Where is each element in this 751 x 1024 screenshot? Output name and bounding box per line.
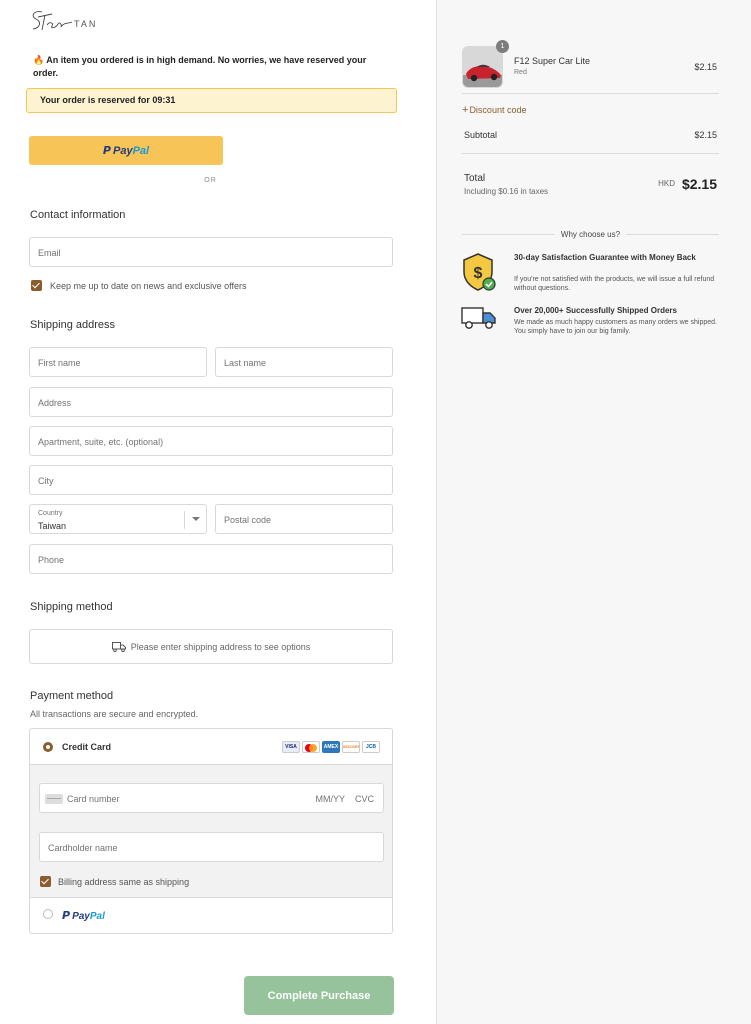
country-label: Country [38,510,63,517]
city-placeholder: City [38,476,54,486]
cardholder-placeholder: Cardholder name [48,843,118,853]
shipping-method-box: Please enter shipping address to see opt… [29,629,393,664]
billing-same-label: Billing address same as shipping [58,877,190,887]
quantity-badge: 1 [496,40,509,53]
shipped-orders-desc: We made as much happy customers as many … [514,319,717,335]
discount-code-link[interactable]: +Discount code [462,104,526,116]
money-shield-icon: $ [463,253,496,291]
cvc-placeholder: CVC [354,794,374,804]
newsletter-label: Keep me up to date on news and exclusive… [50,281,247,291]
product-thumbnail [462,46,503,88]
paypal-radio[interactable] [43,909,53,919]
newsletter-checkbox[interactable] [31,280,42,291]
credit-card-option[interactable]: Credit Card VISA AMEX DISCOVER JCB [30,729,392,765]
shipped-orders-title: Over 20,000+ Successfully Shipped Orders [514,306,677,315]
paypal-option-logo: P PayPal [62,909,105,922]
subtotal-label: Subtotal [464,130,498,140]
reservation-timer-banner: Your order is reserved for 09:31 [26,88,397,113]
guarantee-desc: If you're not satisfied with the product… [514,276,715,292]
last-name-field[interactable]: Last name [215,347,393,377]
why-title: Why choose us? [554,230,627,239]
last-name-placeholder: Last name [224,358,267,368]
or-divider: OR [204,177,217,184]
country-value: Taiwan [38,521,67,531]
paypal-option-pal: Pal [89,911,105,922]
product-name: F12 Super Car Lite [514,56,591,66]
paypal-pal-text: Pal [132,144,150,157]
expiry-placeholder: MM/YY [315,794,345,804]
product-variant: Red [514,69,527,76]
card-number-field[interactable]: Card number MM/YY CVC [39,783,384,813]
discount-label: Discount code [469,105,527,115]
apartment-placeholder: Apartment, suite, etc. (optional) [38,437,164,447]
email-placeholder: Email [38,248,61,258]
divider [462,153,719,154]
mastercard-icon [302,741,320,753]
discover-icon: DISCOVER [342,741,360,753]
paypal-option-pay: Pay [72,911,90,922]
plus-icon: + [462,104,469,116]
apartment-field[interactable]: Apartment, suite, etc. (optional) [29,426,393,456]
credit-card-form: Card number MM/YY CVC Cardholder name Bi… [30,765,392,898]
checkout-main: TAN 🔥 An item you ordered is in high dema… [0,0,436,1024]
billing-same-checkbox[interactable] [40,876,51,887]
signature-logo-icon [32,11,73,31]
address-field[interactable]: Address [29,387,393,417]
country-select[interactable]: Country Taiwan [29,504,207,534]
shipping-method-note: Please enter shipping address to see opt… [130,641,311,652]
demand-notice: 🔥 An item you ordered is in high demand. … [33,54,393,80]
currency-code: HKD [658,179,675,188]
amex-icon: AMEX [322,741,340,753]
product-price: $2.15 [694,62,717,72]
demand-text: An item you ordered is in high demand. N… [33,55,367,78]
total-value: $2.15 [681,176,717,192]
brand-name: TAN [74,19,98,29]
svg-text:$: $ [474,265,483,282]
credit-card-icon [45,794,63,804]
complete-purchase-button[interactable]: Complete Purchase [244,976,394,1015]
subtotal-value: $2.15 [694,130,717,140]
first-name-field[interactable]: First name [29,347,207,377]
cardholder-name-field[interactable]: Cardholder name [39,832,384,862]
tax-note: Including $0.16 in taxes [464,187,549,196]
truck-icon [461,307,496,329]
postal-code-field[interactable]: Postal code [215,504,393,534]
paypal-pay-text: Pay [112,144,133,157]
first-name-placeholder: First name [38,358,81,368]
payment-note: All transactions are secure and encrypte… [30,709,199,719]
why-choose-us-heading: Why choose us? [462,230,719,240]
email-field[interactable]: Email [29,237,393,267]
red-car-image [463,47,502,87]
truck-small-icon [111,641,126,652]
fire-icon: 🔥 [33,55,45,65]
phone-field[interactable]: Phone [29,544,393,574]
payment-title: Payment method [30,690,114,702]
total-label: Total [464,173,486,184]
phone-placeholder: Phone [38,555,65,565]
credit-card-radio[interactable] [43,742,53,752]
order-summary: 1 F12 Super Car Lite Red $2.15 +Discount… [436,0,751,1024]
chevron-down-icon [184,511,206,529]
payment-options: Credit Card VISA AMEX DISCOVER JCB Card … [29,728,393,934]
address-placeholder: Address [38,398,72,408]
city-field[interactable]: City [29,465,393,495]
paypal-option[interactable]: P PayPal [30,898,392,933]
visa-icon: VISA [282,741,300,753]
credit-card-label: Credit Card [62,742,112,752]
jcb-icon: JCB [362,741,380,753]
paypal-express-button[interactable]: P Pay Pal [29,136,223,165]
postal-code-placeholder: Postal code [224,515,272,525]
store-logo[interactable]: TAN [28,8,118,38]
contact-title: Contact information [30,209,126,221]
paypal-logo-icon: P [62,909,71,922]
card-number-placeholder: Card number [67,794,120,804]
divider [462,93,719,94]
guarantee-title: 30-day Satisfaction Guarantee with Money… [514,253,696,262]
card-brands: VISA AMEX DISCOVER JCB [282,741,380,753]
paypal-logo-icon: P [102,144,111,157]
shipping-method-title: Shipping method [30,601,113,613]
shipping-address-title: Shipping address [30,319,116,331]
